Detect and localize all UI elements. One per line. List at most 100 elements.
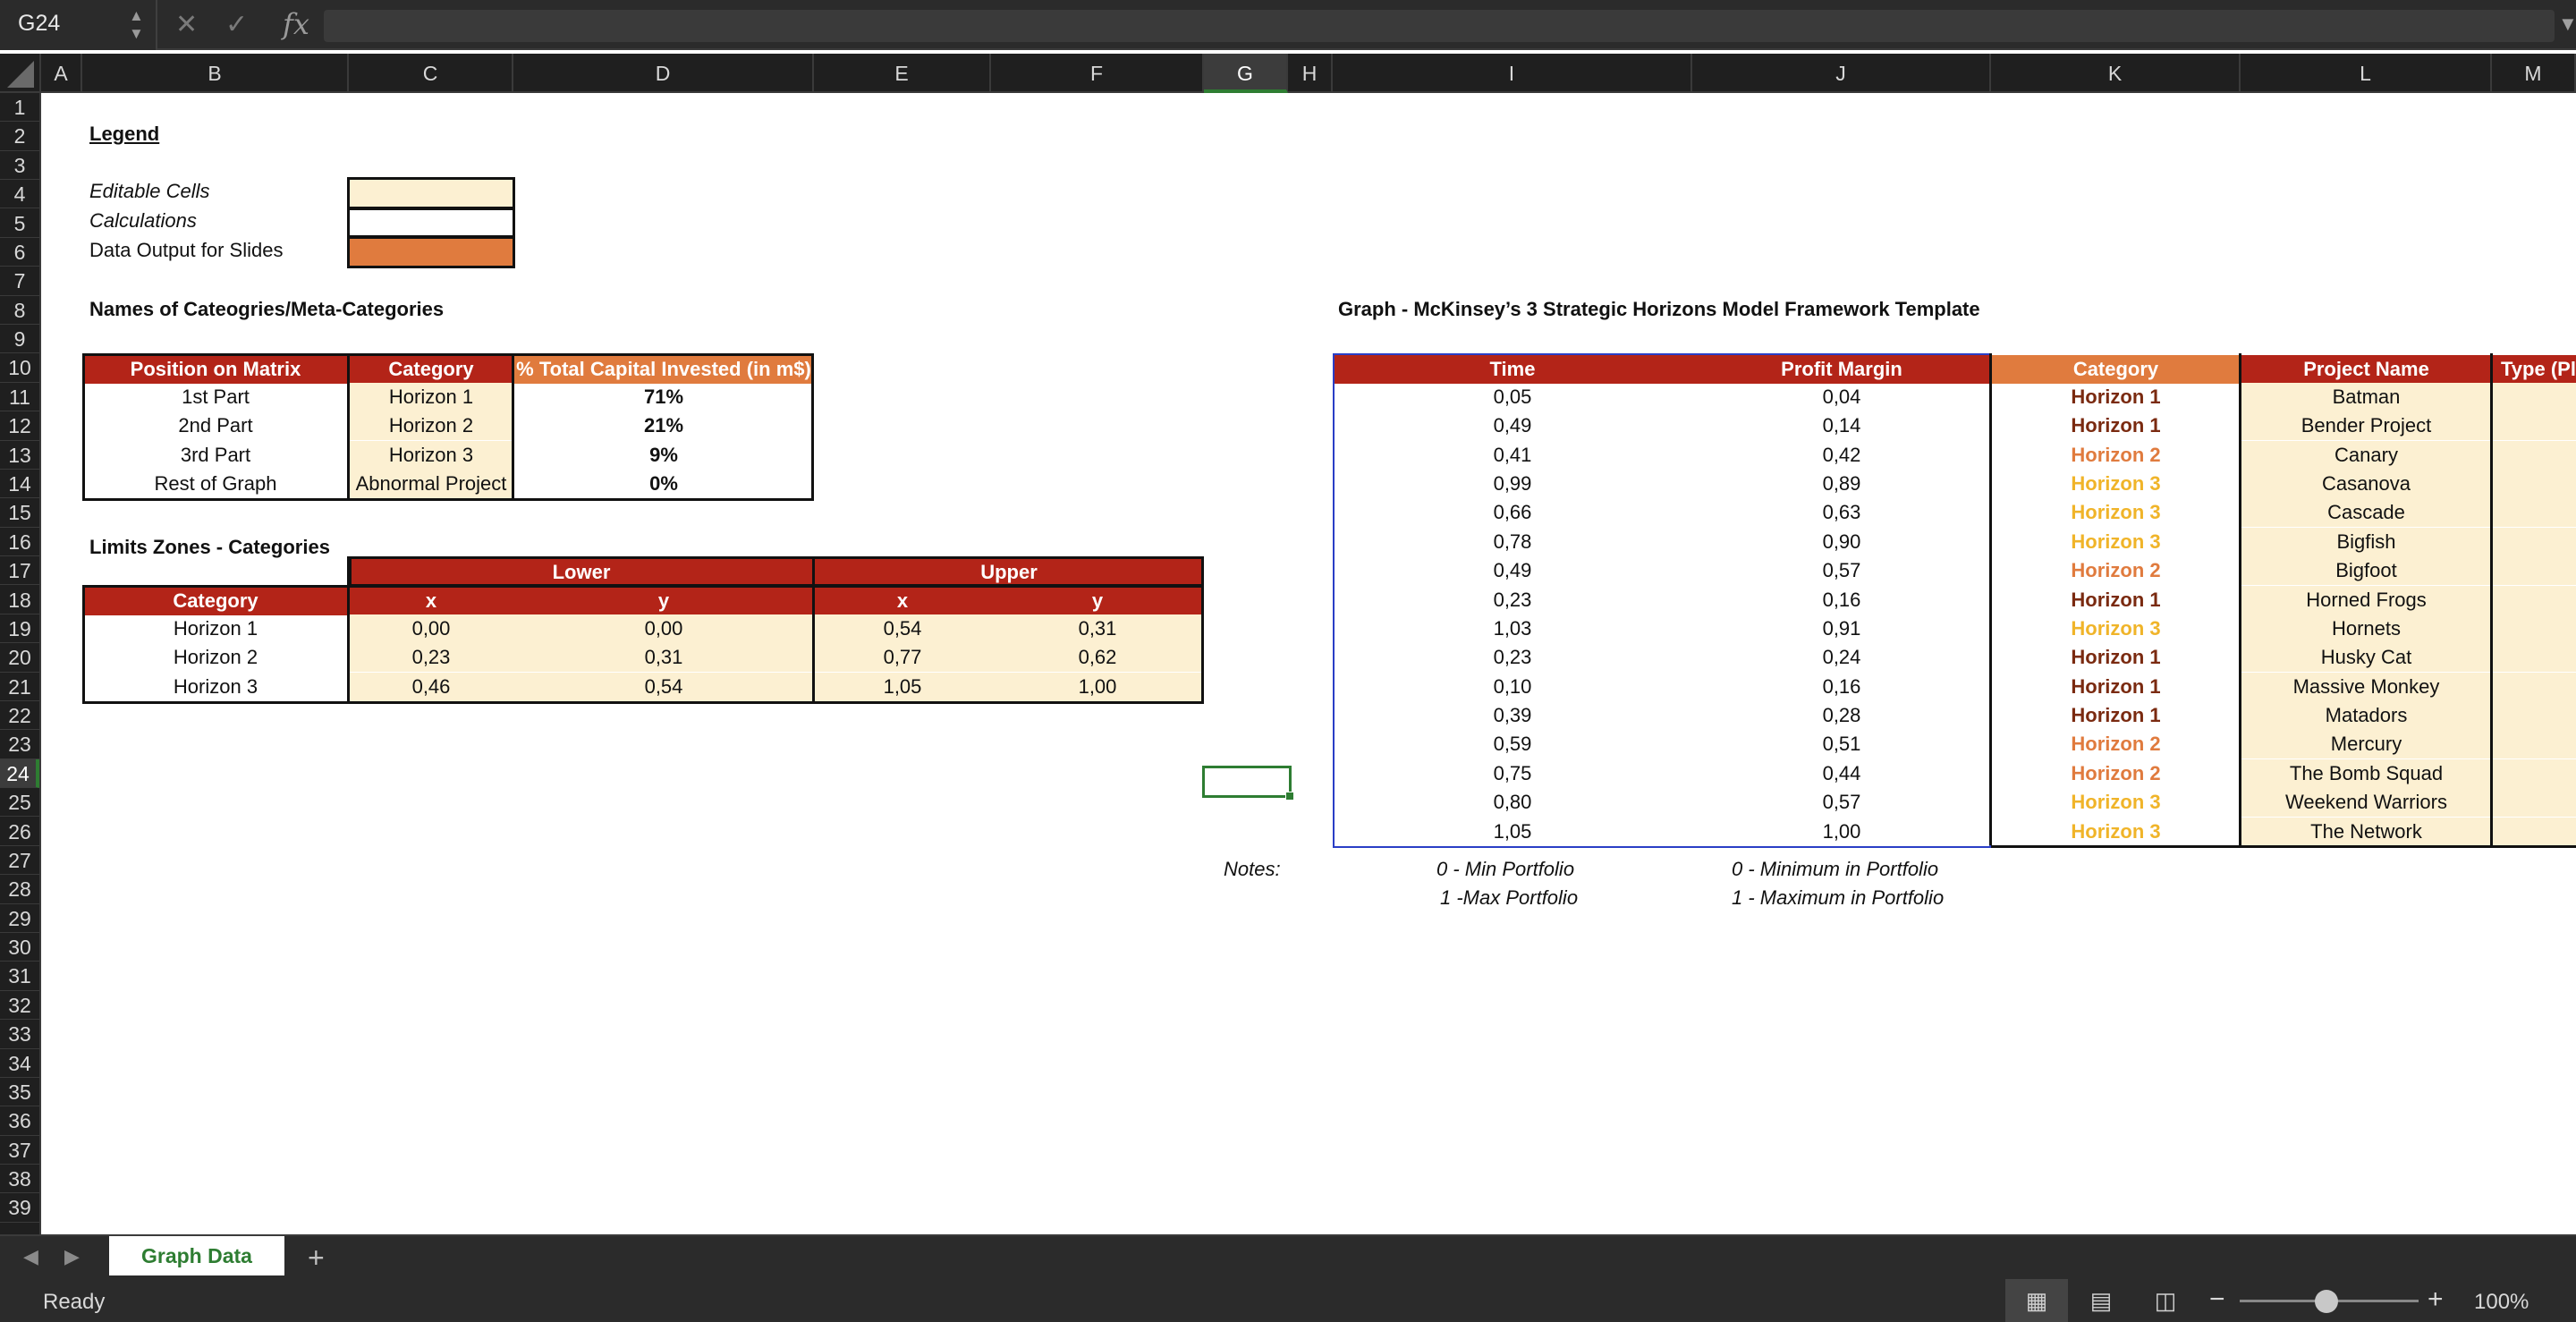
zoom-out-icon[interactable]: −	[2209, 1284, 2225, 1315]
column-header-h[interactable]: H	[1288, 54, 1333, 93]
row-header-4[interactable]: 4	[0, 180, 39, 209]
row-header-20[interactable]: 20	[0, 643, 39, 673]
confirm-icon[interactable]: ✓	[225, 9, 248, 40]
graph-type-cell[interactable]	[2492, 498, 2576, 528]
row-header-29[interactable]: 29	[0, 904, 39, 933]
zoom-level[interactable]: 100%	[2474, 1290, 2529, 1315]
graph-cell[interactable]: The Network	[2241, 817, 2492, 846]
add-sheet-button[interactable]: +	[308, 1241, 325, 1275]
graph-cell[interactable]: Horizon 2	[1991, 556, 2241, 585]
graph-cell[interactable]: Husky Cat	[2241, 643, 2492, 673]
graph-cell[interactable]: Horizon 3	[1991, 498, 2241, 527]
row-header-39[interactable]: 39	[0, 1193, 39, 1223]
graph-type-cell[interactable]	[2492, 440, 2576, 470]
graph-cell[interactable]: Bigfoot	[2241, 556, 2492, 586]
column-header-e[interactable]: E	[814, 54, 991, 93]
column-header-l[interactable]: L	[2241, 54, 2492, 93]
graph-selection-range[interactable]	[1333, 353, 1991, 849]
column-header-c[interactable]: C	[349, 54, 513, 93]
graph-type-cell[interactable]	[2492, 469, 2576, 498]
column-header-j[interactable]: J	[1692, 54, 1991, 93]
graph-cell[interactable]: Horizon 3	[1991, 528, 2241, 556]
row-header-28[interactable]: 28	[0, 875, 39, 904]
tab-graph-data[interactable]: Graph Data	[109, 1236, 284, 1275]
row-header-12[interactable]: 12	[0, 411, 39, 441]
graph-cell[interactable]: Matadors	[2241, 701, 2492, 730]
row-header-22[interactable]: 22	[0, 701, 39, 731]
page-layout-view-icon[interactable]: ▤	[2070, 1279, 2132, 1322]
graph-cell[interactable]: Horizon 3	[1991, 470, 2241, 498]
expand-formula-icon[interactable]: ▼	[2558, 13, 2576, 36]
zoom-slider-thumb[interactable]	[2315, 1290, 2338, 1313]
row-header-2[interactable]: 2	[0, 122, 39, 151]
function-icon[interactable]: fx	[283, 7, 309, 41]
row-header-18[interactable]: 18	[0, 586, 39, 614]
row-header-5[interactable]: 5	[0, 209, 39, 238]
graph-type-cell[interactable]	[2492, 382, 2576, 411]
column-header-f[interactable]: F	[991, 54, 1204, 93]
selected-cell-g24[interactable]	[1202, 766, 1294, 801]
row-header-7[interactable]: 7	[0, 267, 39, 296]
graph-type-cell[interactable]	[2492, 758, 2576, 788]
cancel-icon[interactable]: ✕	[175, 9, 198, 40]
graph-cell[interactable]: Horizon 1	[1991, 411, 2241, 440]
graph-cell[interactable]: Hornets	[2241, 614, 2492, 643]
row-header-34[interactable]: 34	[0, 1049, 39, 1078]
column-header-k[interactable]: K	[1991, 54, 2241, 93]
graph-type-cell[interactable]	[2492, 556, 2576, 586]
column-header-m[interactable]: M	[2492, 54, 2576, 93]
name-box-value[interactable]: G24	[18, 11, 60, 37]
row-header-11[interactable]: 11	[0, 383, 39, 412]
column-header-b[interactable]: B	[82, 54, 349, 93]
row-header-31[interactable]: 31	[0, 962, 39, 991]
graph-cell[interactable]: Canary	[2241, 440, 2492, 470]
row-header-9[interactable]: 9	[0, 325, 39, 354]
column-header-i[interactable]: I	[1333, 54, 1692, 93]
row-header-15[interactable]: 15	[0, 498, 39, 528]
graph-cell[interactable]: Weekend Warriors	[2241, 788, 2492, 818]
graph-cell[interactable]: Mercury	[2241, 730, 2492, 759]
graph-cell[interactable]: Horizon 1	[1991, 643, 2241, 672]
graph-type-cell[interactable]	[2492, 643, 2576, 673]
row-header-35[interactable]: 35	[0, 1078, 39, 1107]
tab-next-icon[interactable]: ▶	[64, 1245, 80, 1268]
graph-cell[interactable]: Horizon 2	[1991, 759, 2241, 788]
graph-cell[interactable]: Horizon 3	[1991, 788, 2241, 817]
legend-output-swatch[interactable]	[347, 236, 515, 268]
row-header-33[interactable]: 33	[0, 1020, 39, 1049]
graph-cell[interactable]: Horned Frogs	[2241, 585, 2492, 614]
row-header-30[interactable]: 30	[0, 933, 39, 962]
graph-cell[interactable]: The Bomb Squad	[2241, 758, 2492, 788]
row-header-13[interactable]: 13	[0, 441, 39, 470]
graph-cell[interactable]: Horizon 3	[1991, 818, 2241, 846]
graph-type-cell[interactable]	[2492, 817, 2576, 846]
graph-cell[interactable]: Horizon 1	[1991, 383, 2241, 411]
name-box-stepper-icon[interactable]: ▲ ▼	[129, 7, 144, 43]
graph-type-cell[interactable]	[2492, 411, 2576, 441]
row-header-6[interactable]: 6	[0, 238, 39, 267]
column-header-d[interactable]: D	[513, 54, 814, 93]
column-header-a[interactable]: A	[41, 54, 82, 93]
row-header-8[interactable]: 8	[0, 296, 39, 326]
graph-type-cell[interactable]	[2492, 527, 2576, 556]
row-header-36[interactable]: 36	[0, 1106, 39, 1136]
row-header-37[interactable]: 37	[0, 1136, 39, 1165]
graph-cell[interactable]: Cascade	[2241, 498, 2492, 528]
row-header-26[interactable]: 26	[0, 818, 39, 846]
row-header-14[interactable]: 14	[0, 470, 39, 499]
row-header-3[interactable]: 3	[0, 151, 39, 181]
graph-cell[interactable]: Bigfish	[2241, 527, 2492, 556]
graph-cell[interactable]: Bender Project	[2241, 411, 2492, 441]
row-header-24[interactable]: 24	[0, 758, 39, 789]
select-all-button[interactable]	[0, 54, 41, 93]
normal-view-icon[interactable]: ▦	[2005, 1279, 2068, 1322]
row-header-21[interactable]: 21	[0, 673, 39, 701]
graph-type-cell[interactable]	[2492, 730, 2576, 759]
graph-type-cell[interactable]	[2492, 585, 2576, 614]
legend-calculations-swatch[interactable]	[347, 208, 515, 238]
name-box[interactable]: G24 ▲ ▼	[0, 0, 157, 50]
tab-prev-icon[interactable]: ◀	[23, 1245, 38, 1268]
graph-cell[interactable]: Horizon 2	[1991, 441, 2241, 470]
graph-type-cell[interactable]	[2492, 701, 2576, 730]
graph-type-cell[interactable]	[2492, 788, 2576, 818]
